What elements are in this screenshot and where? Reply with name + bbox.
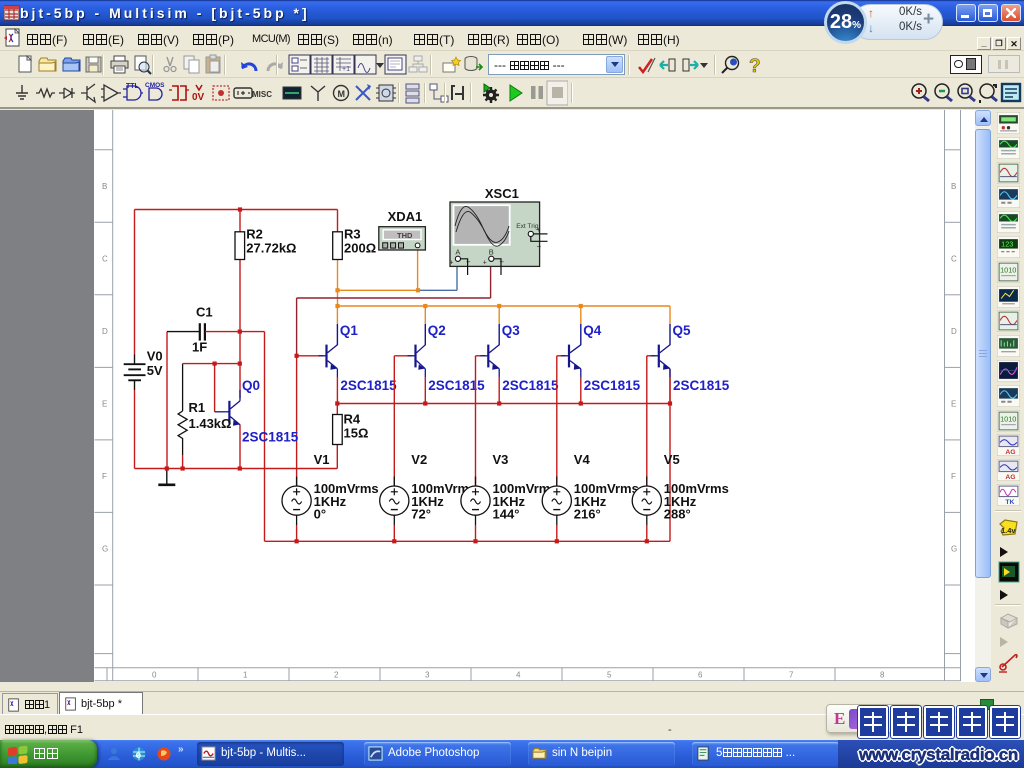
- svg-text:2: 2: [334, 671, 339, 680]
- svg-text:1.43kΩ: 1.43kΩ: [189, 416, 232, 431]
- svg-text:27.72kΩ: 27.72kΩ: [246, 241, 296, 256]
- svg-text:AG: AG: [1005, 449, 1015, 456]
- svg-text:200Ω: 200Ω: [344, 241, 376, 256]
- svg-text:Q1: Q1: [340, 323, 359, 338]
- svg-text:R3: R3: [344, 227, 361, 242]
- svg-text:C: C: [102, 255, 108, 264]
- svg-text:5: 5: [607, 671, 612, 680]
- svg-text:1: 1: [243, 671, 248, 680]
- svg-text:?: ?: [749, 56, 761, 77]
- svg-text:Q4: Q4: [583, 323, 602, 338]
- svg-text:V5: V5: [664, 452, 680, 467]
- svg-text:0V: 0V: [192, 92, 205, 103]
- svg-text:XSC1: XSC1: [485, 186, 519, 201]
- svg-text:XDA1: XDA1: [388, 209, 423, 224]
- svg-text:E: E: [102, 400, 107, 409]
- svg-text:F: F: [951, 472, 956, 481]
- svg-text:7: 7: [789, 671, 794, 680]
- svg-text:C1: C1: [196, 305, 213, 320]
- svg-text:E: E: [951, 400, 956, 409]
- svg-text:8: 8: [880, 671, 885, 680]
- svg-text:144°: 144°: [493, 507, 520, 522]
- svg-text:2SC1815: 2SC1815: [428, 378, 485, 393]
- svg-text:3: 3: [425, 671, 430, 680]
- svg-text:Q0: Q0: [242, 378, 260, 393]
- svg-text:F: F: [102, 472, 107, 481]
- svg-text:2SC1815: 2SC1815: [242, 430, 299, 445]
- svg-text:1010: 1010: [1000, 415, 1016, 424]
- svg-text:C: C: [951, 255, 957, 264]
- svg-text:Ext Trig: Ext Trig: [516, 223, 539, 230]
- svg-text:0: 0: [152, 671, 157, 680]
- svg-text:1010: 1010: [1000, 266, 1016, 275]
- svg-text:MISC: MISC: [252, 90, 272, 99]
- svg-text:2SC1815: 2SC1815: [584, 378, 641, 393]
- svg-text:D: D: [951, 327, 957, 336]
- svg-text:123: 123: [1001, 239, 1013, 248]
- svg-text:Q3: Q3: [502, 323, 521, 338]
- svg-text:6: 6: [698, 671, 703, 680]
- svg-text:B: B: [102, 182, 107, 191]
- svg-text:V0: V0: [147, 349, 163, 364]
- svg-text:G: G: [951, 545, 957, 554]
- svg-text:216°: 216°: [574, 507, 601, 522]
- svg-text:B: B: [489, 248, 494, 257]
- svg-text:M: M: [338, 89, 346, 99]
- svg-text:R4: R4: [344, 412, 361, 427]
- svg-text:B: B: [951, 182, 956, 191]
- svg-text:15Ω: 15Ω: [344, 426, 369, 441]
- svg-text:1F: 1F: [192, 340, 207, 355]
- svg-text:Q5: Q5: [673, 323, 692, 338]
- svg-text:R1: R1: [189, 400, 206, 415]
- svg-text:D: D: [102, 327, 108, 336]
- svg-text:TK: TK: [1005, 499, 1014, 506]
- svg-text:4: 4: [516, 671, 521, 680]
- svg-text:V1: V1: [314, 452, 330, 467]
- svg-text:A: A: [455, 248, 460, 257]
- svg-text:0°: 0°: [314, 507, 326, 522]
- svg-text:TTL: TTL: [126, 83, 140, 90]
- svg-text:AG: AG: [1005, 474, 1015, 481]
- svg-text:72°: 72°: [411, 507, 431, 522]
- svg-text:V2: V2: [411, 452, 427, 467]
- svg-text:+1: +1: [342, 66, 350, 73]
- svg-text:2SC1815: 2SC1815: [673, 378, 730, 393]
- svg-text:CMOS: CMOS: [145, 82, 165, 89]
- svg-text:+: +: [483, 260, 487, 267]
- svg-text:5V: 5V: [147, 363, 163, 378]
- svg-text:288°: 288°: [664, 507, 691, 522]
- svg-text:e: e: [136, 750, 142, 761]
- svg-text:−: −: [537, 242, 542, 251]
- svg-text:V4: V4: [574, 452, 591, 467]
- svg-text:+: +: [537, 227, 541, 234]
- svg-text:R2: R2: [246, 227, 263, 242]
- svg-text:THD: THD: [397, 231, 413, 240]
- svg-text:2SC1815: 2SC1815: [502, 378, 559, 393]
- svg-text:G: G: [102, 545, 108, 554]
- svg-text:Q2: Q2: [428, 323, 446, 338]
- svg-text:2SC1815: 2SC1815: [340, 378, 397, 393]
- svg-text:1.4v: 1.4v: [1001, 526, 1016, 535]
- svg-text:+: +: [449, 260, 453, 267]
- svg-text:V3: V3: [493, 452, 509, 467]
